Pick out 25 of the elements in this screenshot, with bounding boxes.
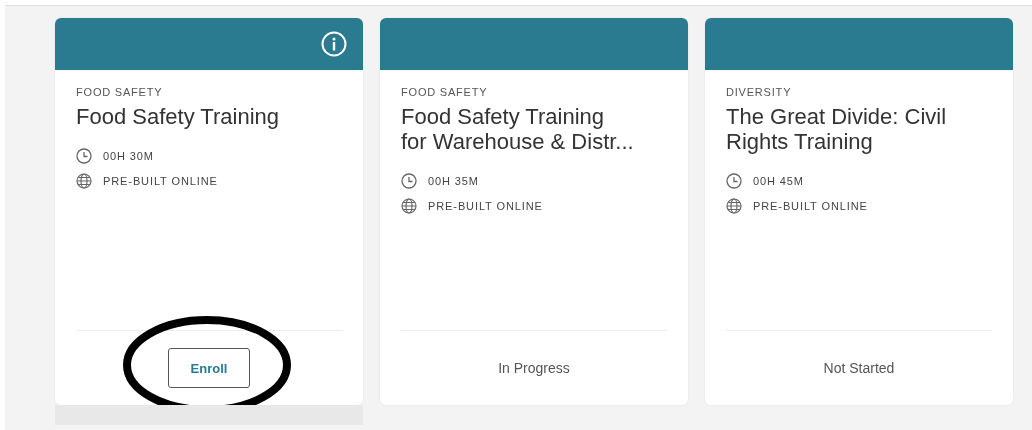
globe-icon (76, 172, 92, 189)
course-category: FOOD SAFETY (76, 86, 163, 98)
course-title[interactable]: The Great Divide: Civil Rights Training (726, 104, 947, 154)
course-status: Not Started (823, 360, 895, 376)
course-card[interactable]: FOOD SAFETY Food Safety Training for Warehouse & Distr... 00H 35M PRE-BUILT ONLINE In Progress (380, 18, 688, 405)
course-title[interactable]: Food Safety Training for Warehouse & Distr... (401, 104, 634, 154)
course-card[interactable]: DIVERSITY The Great Divide: Civil Rights Training 00H 45M PRE-BUILT ONLINE Not Started (705, 18, 1013, 405)
globe-icon (401, 197, 417, 214)
clock-icon (401, 172, 417, 189)
info-icon[interactable] (321, 31, 347, 57)
clock-icon (76, 147, 92, 164)
course-duration: 00H 35M (428, 174, 479, 187)
course-format: PRE-BUILT ONLINE (753, 199, 868, 212)
globe-icon (726, 197, 742, 214)
course-title[interactable]: Food Safety Training (76, 104, 279, 129)
course-category: FOOD SAFETY (401, 86, 488, 98)
enroll-button[interactable]: Enroll (168, 348, 250, 388)
course-format: PRE-BUILT ONLINE (428, 199, 543, 212)
course-status: In Progress (498, 360, 570, 376)
course-category: DIVERSITY (726, 86, 792, 98)
clock-icon (726, 172, 742, 189)
course-duration: 00H 30M (103, 149, 154, 162)
course-duration: 00H 45M (753, 174, 804, 187)
course-card[interactable]: FOOD SAFETY Food Safety Training 00H 30M PRE-BUILT ONLINE Enroll (55, 18, 363, 405)
course-format: PRE-BUILT ONLINE (103, 174, 218, 187)
